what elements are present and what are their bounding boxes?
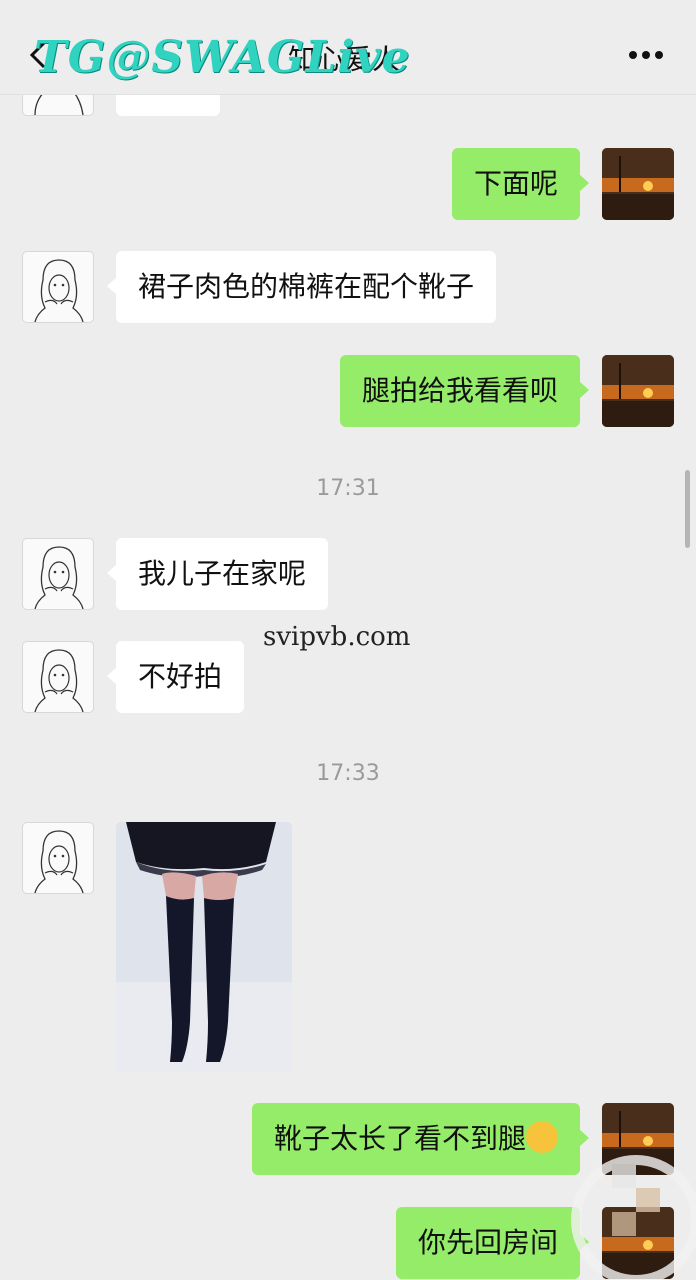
corner-logo-icon <box>571 1155 696 1280</box>
site-watermark: svipvb.com <box>263 622 411 652</box>
timestamp: 17:31 <box>316 476 380 501</box>
crying-face-emoji-icon <box>526 1121 558 1153</box>
sunset-avatar-icon <box>602 148 674 220</box>
my-avatar[interactable] <box>602 355 674 427</box>
scrollbar[interactable] <box>685 470 690 548</box>
message-bubble-incoming[interactable]: 不好拍 <box>106 641 245 713</box>
message-bubble-incoming[interactable]: 裙子肉色的棉裤在配个靴子 <box>106 251 497 323</box>
message-bubble-outgoing[interactable]: 下面呢 <box>451 148 590 220</box>
sketch-woman-icon <box>34 649 84 712</box>
message-bubble-outgoing[interactable]: 靴子太长了看不到腿 <box>251 1103 590 1175</box>
contact-avatar[interactable] <box>22 251 94 323</box>
contact-avatar[interactable] <box>22 538 94 610</box>
sketch-woman-icon <box>34 546 84 609</box>
my-avatar[interactable] <box>602 148 674 220</box>
timestamp: 17:33 <box>316 761 380 786</box>
sunset-avatar-icon <box>602 355 674 427</box>
contact-avatar[interactable] <box>22 641 94 713</box>
message-bubble-incoming[interactable]: 我儿子在家呢 <box>106 538 329 610</box>
sketch-woman-icon <box>34 830 84 893</box>
sketch-woman-icon <box>34 259 84 322</box>
telegram-watermark: TG@SWAGLive <box>34 32 411 83</box>
image-message[interactable] <box>116 822 292 1072</box>
message-text: 靴子太长了看不到腿 <box>273 1122 526 1155</box>
message-bubble-outgoing[interactable]: 腿拍给我看看呗 <box>339 355 590 427</box>
message-bubble-outgoing[interactable]: 你先回房间 <box>395 1207 590 1279</box>
more-dots-icon[interactable] <box>628 50 664 60</box>
photo-boots-image <box>116 822 292 1072</box>
contact-avatar[interactable] <box>22 822 94 894</box>
